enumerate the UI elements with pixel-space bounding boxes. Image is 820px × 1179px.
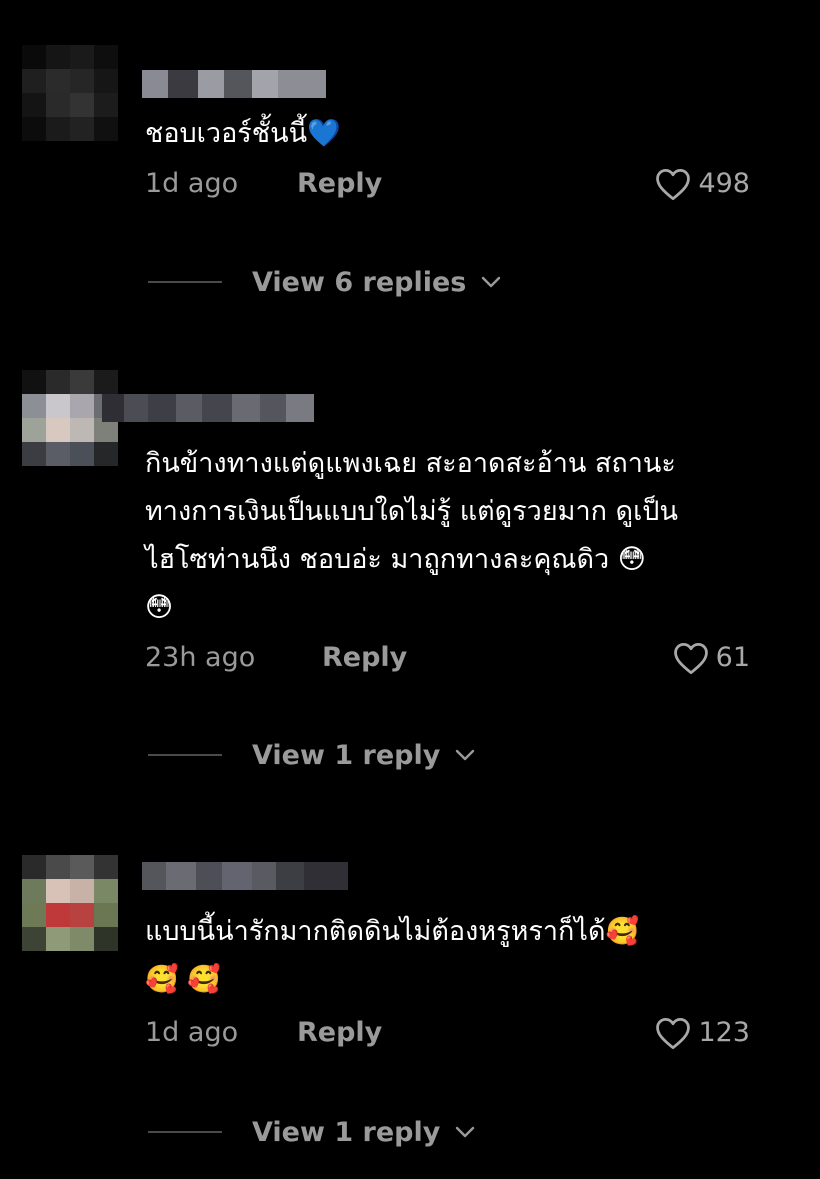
comment-text: ชอบเวอร์ชั้นนี้💙: [145, 118, 341, 149]
comment-item: แบบนี้น่ารักมากติดดินไม่ต้องหรูหราก็ได้🥰…: [0, 820, 820, 1179]
divider: [148, 281, 222, 283]
view-replies-label: View 1 reply: [252, 1116, 441, 1148]
comment-meta: 1d ago Reply 123: [145, 1013, 750, 1053]
like-count: 123: [698, 1017, 750, 1048]
like-button[interactable]: 123: [654, 1013, 750, 1053]
like-button[interactable]: 61: [672, 638, 750, 678]
reply-button[interactable]: Reply: [322, 638, 407, 678]
heart-outline-icon: [656, 1018, 691, 1050]
comment-text: กินข้างทางแต่ดูแพงเฉย สะอาดสะอ้าน สถานะ …: [145, 448, 678, 623]
username[interactable]: [142, 70, 326, 98]
view-replies-button[interactable]: View 1 reply: [148, 1112, 476, 1152]
divider: [148, 754, 222, 756]
view-replies-label: View 6 replies: [252, 266, 467, 298]
like-count: 498: [698, 168, 750, 199]
comment-time: 23h ago: [145, 642, 256, 673]
view-replies-button[interactable]: View 1 reply: [148, 735, 476, 775]
chevron-down-icon: [456, 749, 475, 761]
view-replies-label: View 1 reply: [252, 739, 441, 771]
view-replies-button[interactable]: View 6 replies: [148, 262, 502, 302]
avatar[interactable]: [22, 855, 118, 951]
like-button[interactable]: 498: [654, 164, 750, 204]
comment-item: ชอบเวอร์ชั้นนี้💙 1d ago Reply 498 View 6…: [0, 0, 820, 340]
divider: [148, 1131, 222, 1133]
comment-text: แบบนี้น่ารักมากติดดินไม่ต้องหรูหราก็ได้🥰…: [145, 916, 640, 995]
avatar[interactable]: [22, 45, 118, 141]
comment-meta: 1d ago Reply 498: [145, 164, 750, 204]
reply-button[interactable]: Reply: [297, 164, 382, 204]
comment-item: กินข้างทางแต่ดูแพงเฉย สะอาดสะอ้าน สถานะ …: [0, 340, 820, 820]
heart-outline-icon: [673, 643, 708, 675]
username[interactable]: [102, 394, 314, 422]
username[interactable]: [142, 862, 348, 890]
chevron-down-icon: [456, 1126, 475, 1138]
comment-time: 1d ago: [145, 1017, 239, 1048]
heart-outline-icon: [656, 169, 691, 201]
chevron-down-icon: [482, 276, 501, 288]
comment-time: 1d ago: [145, 168, 239, 199]
comment-meta: 23h ago Reply 61: [145, 638, 750, 678]
reply-button[interactable]: Reply: [297, 1013, 382, 1053]
like-count: 61: [715, 642, 750, 673]
